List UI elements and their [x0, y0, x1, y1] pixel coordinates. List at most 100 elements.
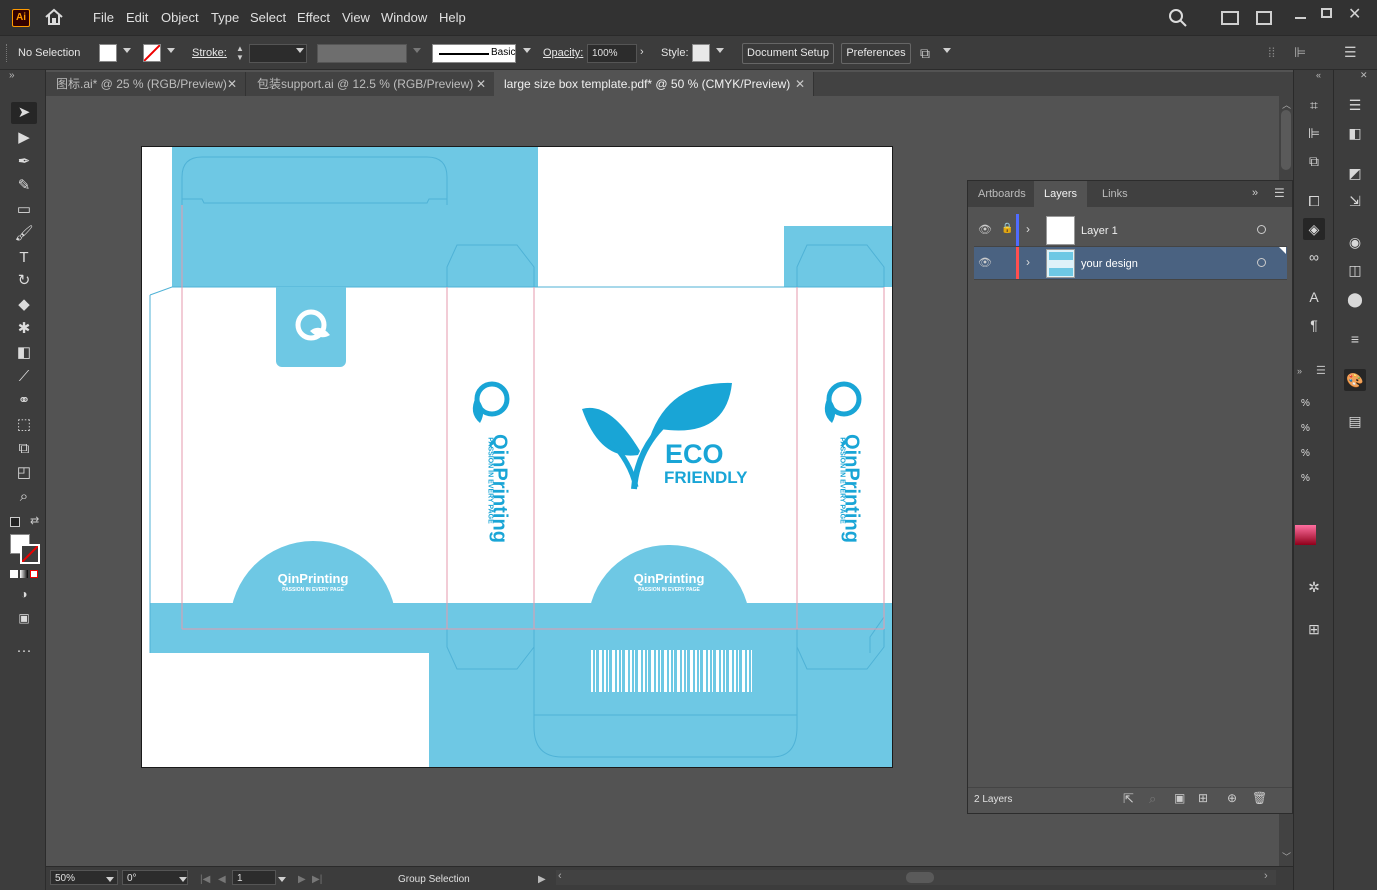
- home-icon[interactable]: [44, 8, 64, 26]
- properties-panel-icon[interactable]: ☰: [1344, 94, 1366, 116]
- swap-fill-stroke-icon[interactable]: ⇄: [30, 514, 39, 527]
- fill-dropdown-icon[interactable]: [123, 48, 131, 53]
- artboards-panel-icon[interactable]: ⧠: [1303, 190, 1325, 212]
- rotate-tool-icon[interactable]: ↻: [11, 270, 37, 292]
- menu-view[interactable]: View: [342, 10, 370, 25]
- panel-menu-icon[interactable]: ☰: [1344, 44, 1357, 61]
- expand-chevron-icon[interactable]: ›: [1026, 255, 1030, 269]
- previous-artboard-icon[interactable]: ◀: [218, 872, 226, 887]
- scroll-left-icon[interactable]: ‹: [558, 870, 562, 882]
- blend-tool-icon[interactable]: ⚭: [11, 390, 37, 412]
- arrange-icon[interactable]: ⧉: [920, 45, 930, 62]
- color-palette-icon[interactable]: 🎨: [1344, 369, 1366, 391]
- document-setup-button[interactable]: Document Setup: [742, 43, 834, 64]
- arrange-documents-icon[interactable]: [1221, 11, 1239, 25]
- artboard-tool-icon[interactable]: ◰: [11, 462, 37, 484]
- menu-help[interactable]: Help: [439, 10, 466, 25]
- locate-object-icon[interactable]: ⌕: [1149, 791, 1156, 807]
- transform-panel-icon[interactable]: ⌗: [1303, 94, 1325, 116]
- layer-row-selected[interactable]: 👁 › your design: [974, 247, 1287, 280]
- align-grid-icon[interactable]: ⁞⁞: [1268, 45, 1275, 60]
- layer-name[interactable]: your design: [1081, 258, 1138, 270]
- color-mode-icon[interactable]: [10, 570, 18, 578]
- opacity-label[interactable]: Opacity:: [543, 47, 583, 59]
- menu-effect[interactable]: Effect: [297, 10, 330, 25]
- stroke-weight-dropdown-icon[interactable]: [296, 48, 304, 53]
- paragraph-panel-icon[interactable]: ¶: [1303, 314, 1325, 336]
- export-icon[interactable]: ⇱: [1123, 791, 1134, 807]
- collapse-toolbar-icon[interactable]: »: [9, 70, 15, 81]
- layers-panel-icon[interactable]: ◈: [1303, 218, 1325, 240]
- free-transform-tool-icon[interactable]: ⬚: [11, 414, 37, 436]
- stroke-color-box[interactable]: [20, 544, 40, 564]
- stroke-swatch[interactable]: [143, 44, 161, 62]
- transparency-panel-icon[interactable]: ◩: [1344, 162, 1366, 184]
- graphic-styles-icon[interactable]: ◫: [1344, 259, 1366, 281]
- scroll-right-icon[interactable]: ›: [1264, 870, 1268, 882]
- close-tab-icon[interactable]: ✕: [476, 72, 486, 96]
- properties-sliders-icon[interactable]: ≡: [1344, 328, 1366, 350]
- symbols-panel-icon[interactable]: ✲: [1303, 576, 1325, 598]
- layer-name[interactable]: Layer 1: [1081, 225, 1118, 237]
- close-tab-icon[interactable]: ✕: [795, 72, 805, 96]
- brush-definition[interactable]: Basic: [432, 44, 516, 63]
- zoom-tool-icon[interactable]: ⌕: [11, 486, 37, 508]
- horizontal-scrollbar[interactable]: ‹ ›: [556, 870, 1276, 885]
- opacity-arrow-icon[interactable]: ›: [640, 46, 644, 58]
- direct-selection-tool-icon[interactable]: ▶: [11, 127, 37, 149]
- default-fill-stroke-icon[interactable]: [10, 517, 20, 527]
- tab-links[interactable]: Links: [1092, 181, 1138, 207]
- screen-mode-icon[interactable]: ▣: [11, 607, 37, 629]
- brush-dropdown-icon[interactable]: [523, 48, 531, 53]
- eyedropper-tool-icon[interactable]: ⟋: [11, 366, 37, 388]
- clipping-mask-icon[interactable]: ▣: [1174, 791, 1185, 805]
- scroll-thumb[interactable]: [906, 872, 934, 883]
- menu-type[interactable]: Type: [211, 10, 239, 25]
- swatches-panel-icon[interactable]: ⊞: [1303, 618, 1325, 640]
- target-circle-icon[interactable]: [1257, 225, 1266, 234]
- type-tool-icon[interactable]: T: [11, 247, 37, 269]
- links-panel-icon[interactable]: ∞: [1303, 246, 1325, 268]
- rotation-dropdown-icon[interactable]: [179, 877, 187, 882]
- scroll-thumb[interactable]: [1281, 110, 1291, 170]
- pen-tool-icon[interactable]: ✒: [11, 151, 37, 173]
- lock-icon[interactable]: 🔒: [1001, 223, 1013, 234]
- gradient-tool-icon[interactable]: ◧: [11, 342, 37, 364]
- menu-object[interactable]: Object: [161, 10, 199, 25]
- artboard-dropdown-icon[interactable]: [278, 877, 286, 882]
- stroke-dropdown-icon[interactable]: [167, 48, 175, 53]
- align-panel-icon[interactable]: ⊫: [1303, 122, 1325, 144]
- align-options-icon[interactable]: ⊫: [1294, 44, 1306, 61]
- graphic-style-swatch[interactable]: [692, 44, 710, 62]
- gradient-panel-icon[interactable]: ◧: [1344, 122, 1366, 144]
- stroke-stepper-icon[interactable]: ▲ ▼: [234, 44, 246, 63]
- minimize-icon[interactable]: [1295, 17, 1306, 19]
- fill-swatch[interactable]: [99, 44, 117, 62]
- layer-row[interactable]: 👁 🔒 › Layer 1: [974, 214, 1287, 247]
- maximize-icon[interactable]: [1321, 8, 1332, 18]
- dock-collapse-icon[interactable]: »: [1297, 366, 1302, 376]
- expand-chevron-icon[interactable]: ›: [1026, 222, 1030, 236]
- rectangle-tool-icon[interactable]: ▭: [11, 199, 37, 221]
- new-layer-icon[interactable]: ⊕: [1227, 791, 1237, 805]
- arrange-dropdown-icon[interactable]: [943, 48, 951, 53]
- new-sublayer-icon[interactable]: ⊞: [1198, 791, 1208, 805]
- tab-document-1[interactable]: 图标.ai* @ 25 % (RGB/Preview) ✕: [46, 72, 246, 96]
- tab-document-3[interactable]: large size box template.pdf* @ 50 % (CMY…: [494, 72, 814, 96]
- puppet-warp-tool-icon[interactable]: ✱: [11, 318, 37, 340]
- libraries-panel-icon[interactable]: ▤: [1344, 410, 1366, 432]
- artboard[interactable]: QinPrinting PASSION IN EVERY PAGE QinPri…: [141, 146, 893, 768]
- color-mode-icons[interactable]: [10, 570, 38, 579]
- close-tab-icon[interactable]: ✕: [227, 72, 237, 96]
- paintbrush-tool-icon[interactable]: 🖌: [11, 223, 37, 245]
- workspace-switcher-icon[interactable]: [1256, 11, 1272, 25]
- menu-file[interactable]: File: [93, 10, 114, 25]
- next-artboard-icon[interactable]: ▶: [298, 872, 306, 887]
- stroke-label[interactable]: Stroke:: [192, 47, 227, 59]
- variable-width-dropdown-icon[interactable]: [413, 48, 421, 53]
- asset-export-icon[interactable]: ⇲: [1344, 190, 1366, 212]
- menu-edit[interactable]: Edit: [126, 10, 148, 25]
- visibility-eye-icon[interactable]: 👁: [978, 256, 992, 269]
- character-panel-icon[interactable]: A: [1303, 286, 1325, 308]
- tab-document-2[interactable]: 包装support.ai @ 12.5 % (RGB/Preview) ✕: [247, 72, 495, 96]
